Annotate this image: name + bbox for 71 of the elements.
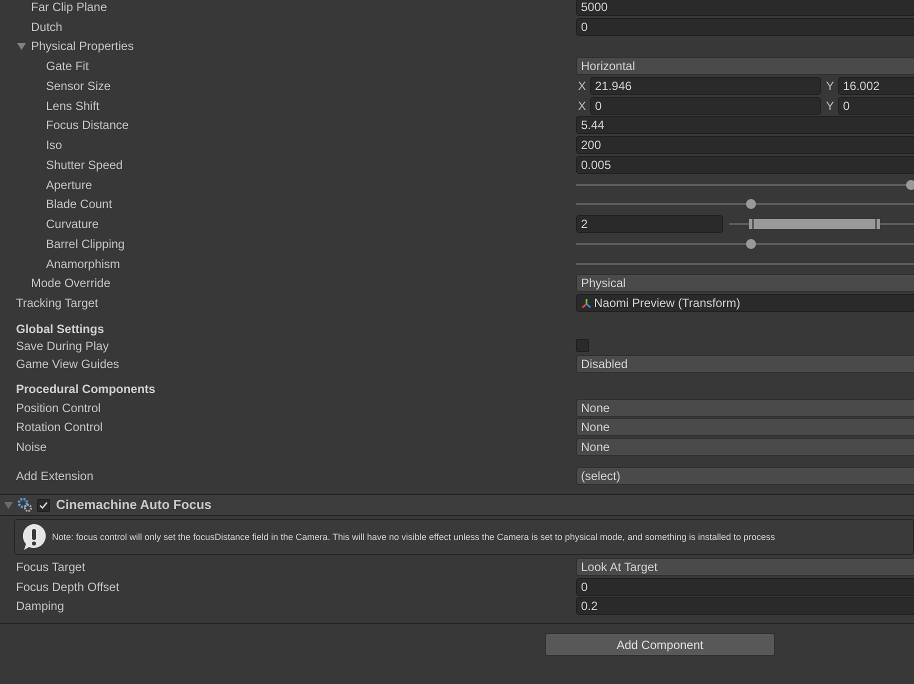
property-label: Position Control (16, 400, 101, 415)
number-field[interactable]: 0.2 (576, 597, 914, 616)
dropdown[interactable]: (select) (576, 467, 914, 485)
dropdown[interactable]: Look At Target (576, 558, 914, 576)
number-field[interactable]: 0 (576, 18, 914, 36)
checkbox[interactable] (576, 339, 589, 352)
number-field[interactable]: 5000 (576, 0, 914, 16)
slider-track[interactable] (576, 238, 914, 249)
property-label: Tracking Target (16, 296, 98, 310)
property-label: Curvature (46, 217, 99, 232)
property-label: Aperture (46, 178, 92, 192)
object-field[interactable]: Naomi Preview (Transform) (576, 294, 914, 312)
dropdown[interactable]: None (576, 418, 914, 436)
property-label: Mode Override (31, 276, 110, 290)
dropdown[interactable]: Physical (576, 274, 914, 292)
property-label: Damping (16, 599, 64, 614)
property-label: Add Extension (16, 469, 94, 483)
property-label: Game View Guides (16, 356, 120, 371)
property-label: Save During Play (16, 338, 109, 352)
y-field[interactable]: 16.002 (838, 76, 914, 95)
foldout-triangle-icon[interactable] (17, 42, 26, 51)
property-label: Focus Depth Offset (16, 580, 120, 594)
range-slider-track[interactable] (729, 218, 914, 230)
x-field[interactable]: 21.946 (590, 76, 821, 95)
property-label: Lens Shift (46, 98, 100, 113)
y-field[interactable]: 0 (838, 96, 914, 115)
number-field[interactable]: 0.005 (576, 156, 914, 174)
slider-thumb[interactable] (906, 180, 914, 190)
property-label: Focus Distance (46, 118, 129, 132)
range-slider-handle[interactable] (874, 219, 880, 230)
number-field[interactable]: 200 (576, 136, 914, 154)
slider-track[interactable] (576, 180, 914, 190)
slider-thumb[interactable] (746, 199, 756, 210)
section-heading: Procedural Components (16, 381, 156, 398)
section-heading: Global Settings (16, 320, 104, 338)
enable-checkbox[interactable] (37, 498, 50, 512)
dropdown[interactable]: Disabled (576, 354, 914, 373)
property-label: Gate Fit (46, 59, 89, 74)
number-field[interactable]: 2 (576, 215, 723, 234)
warning-speech-bubble-icon (20, 523, 48, 551)
number-field[interactable]: 5.44 (576, 116, 914, 134)
add-component-button[interactable]: Add Component (545, 633, 775, 656)
property-label: Far Clip Plane (31, 0, 108, 14)
help-text: Note: focus control will only set the focusDistance field in the Camera. This will have no visible effect unless the Camera is set to physical mode, and something is installed to process (52, 532, 776, 542)
property-label: Noise (16, 440, 47, 454)
property-label: Dutch (31, 20, 62, 34)
dropdown[interactable]: Horizontal (576, 57, 914, 76)
y-label: Y (825, 78, 836, 95)
slider-thumb[interactable] (746, 238, 756, 249)
dropdown[interactable]: None (576, 398, 914, 417)
x-field[interactable]: 0 (590, 96, 821, 115)
property-label: Rotation Control (16, 420, 103, 434)
x-label: X (577, 98, 588, 115)
property-label: Shutter Speed (46, 158, 123, 172)
foldout-label[interactable]: Physical Properties (31, 37, 134, 56)
property-label: Sensor Size (46, 78, 111, 93)
property-label: Anamorphism (46, 256, 120, 271)
axes-icon (581, 298, 592, 309)
property-label: Blade Count (46, 197, 112, 212)
property-label: Barrel Clipping (46, 236, 125, 251)
property-label: Focus Target (16, 560, 86, 574)
component-header[interactable]: Cinemachine Auto Focus (0, 494, 914, 516)
x-label: X (577, 78, 588, 95)
gear-icon (17, 497, 33, 513)
y-label: Y (825, 98, 836, 115)
dropdown[interactable]: None (576, 438, 914, 456)
number-field[interactable]: 0 (576, 578, 914, 596)
range-slider-bar[interactable] (748, 219, 880, 230)
property-label: Iso (46, 138, 62, 152)
component-title: Cinemachine Auto Focus (56, 496, 212, 514)
slider-track[interactable] (576, 199, 914, 210)
